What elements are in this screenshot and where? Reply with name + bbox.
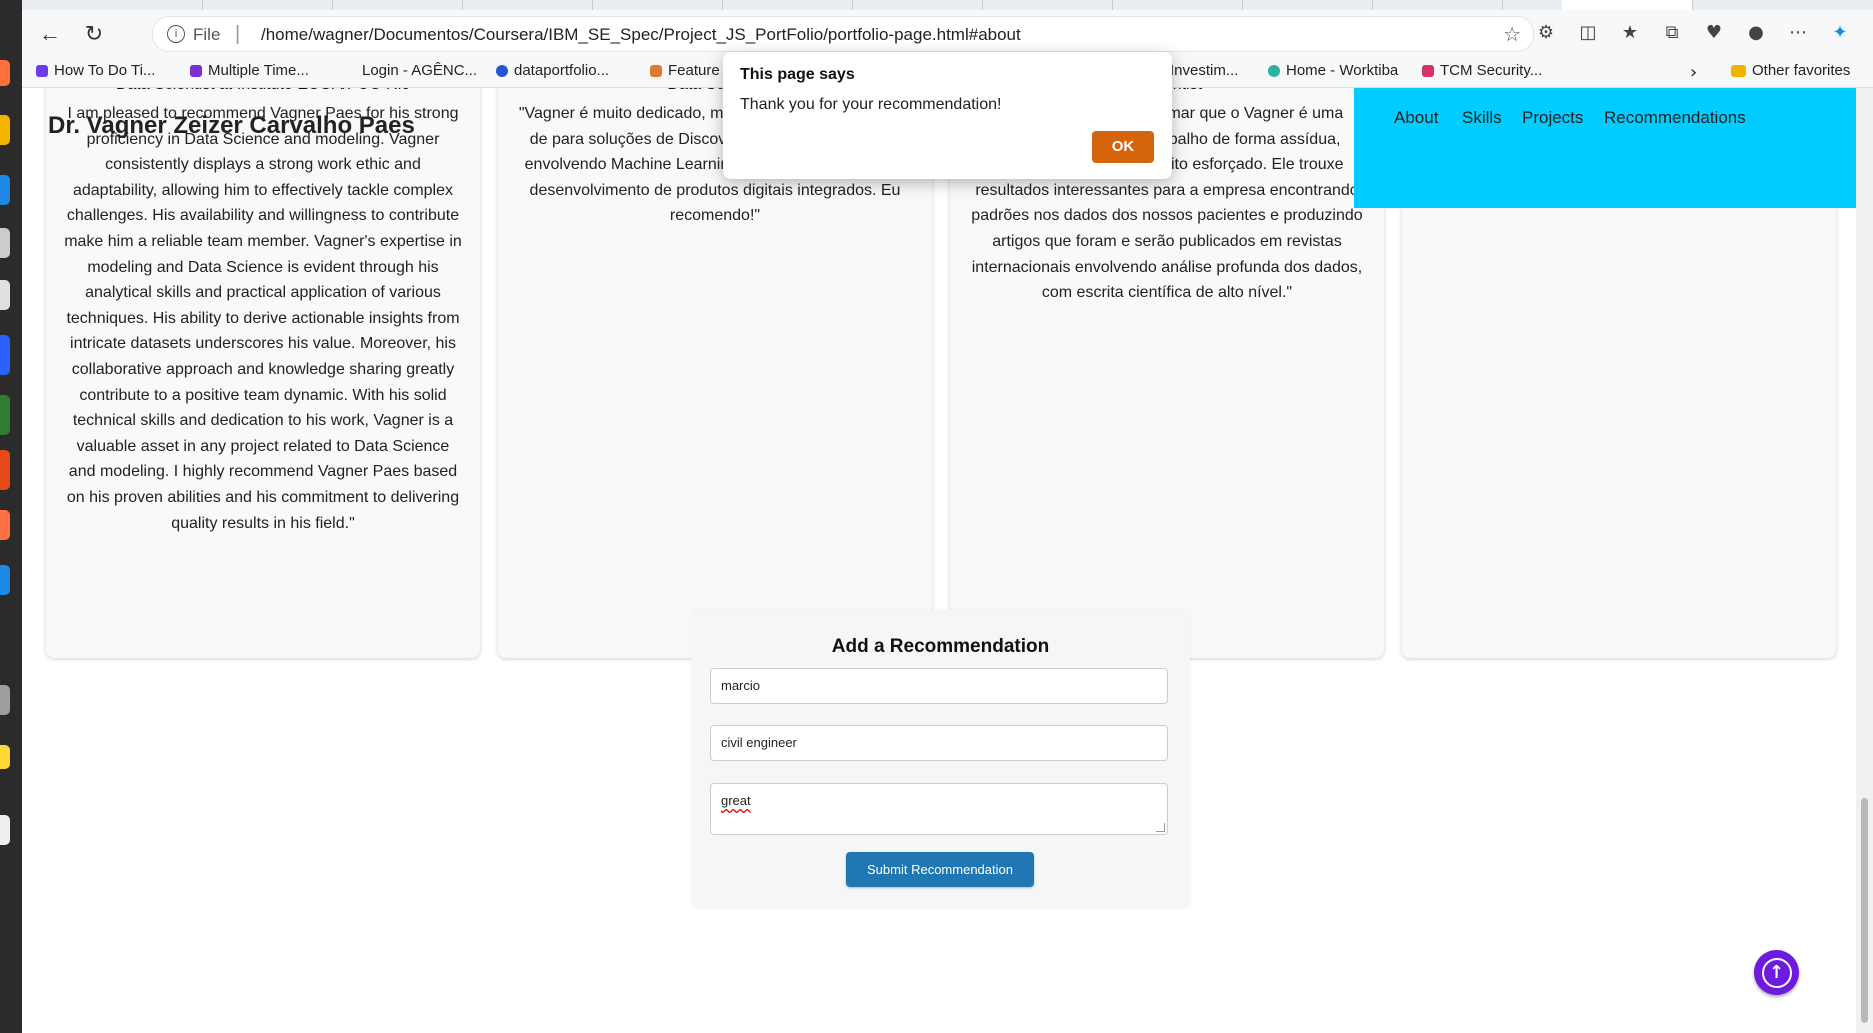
browser-tab[interactable] xyxy=(852,0,983,10)
bookmark-label: Home - Worktiba xyxy=(1286,62,1399,79)
bookmark-item[interactable]: Home - Worktiba xyxy=(1268,62,1398,79)
firefox-icon[interactable] xyxy=(0,60,10,86)
app-icon[interactable] xyxy=(0,115,10,145)
reload-icon[interactable]: ↻ xyxy=(82,22,106,46)
recommendation-quote: I am pleased to recommend Vagner Paes fo… xyxy=(64,105,462,532)
app-icon[interactable] xyxy=(0,280,10,310)
show-apps-icon[interactable] xyxy=(0,815,10,845)
url-text[interactable]: /home/wagner/Documentos/Coursera/IBM_SE_… xyxy=(261,25,1021,45)
app-icon[interactable] xyxy=(0,450,10,490)
bookmark-label: Other favorites xyxy=(1752,62,1851,79)
bookmark-favicon-icon xyxy=(496,64,508,77)
role-input[interactable]: civil engineer xyxy=(710,725,1168,761)
browser-tab[interactable] xyxy=(62,0,203,10)
extensions-icon[interactable]: ⚙ xyxy=(1535,22,1557,44)
bookmark-item[interactable]: dataportfolio... xyxy=(496,62,609,79)
bookmark-label: Login - AGÊNC... xyxy=(362,62,478,79)
url-separator: | xyxy=(235,23,241,45)
bookmark-item[interactable]: Investim... xyxy=(1170,62,1238,79)
resize-grip-icon[interactable] xyxy=(1156,823,1165,832)
bookmark-item[interactable]: Multiple Time... xyxy=(190,62,309,79)
more-menu-icon[interactable]: ⋯ xyxy=(1787,22,1809,44)
bookmark-favicon-icon xyxy=(1268,64,1280,77)
back-arrow-icon[interactable]: ← xyxy=(38,22,62,46)
site-navbar: About Skills Projects Recommendations xyxy=(1354,88,1856,208)
message-textarea[interactable]: great xyxy=(710,783,1168,835)
site-title: Dr. Vagner Zeizer Carvalho Paes xyxy=(48,112,415,139)
app-icon[interactable] xyxy=(0,510,10,540)
bookmark-item[interactable]: Feature xyxy=(650,62,720,79)
bookmarks-overflow-chevron-icon[interactable]: › xyxy=(1690,62,1697,83)
bookmark-item[interactable]: TCM Security... xyxy=(1422,62,1542,79)
page-scrollbar[interactable] xyxy=(1856,88,1873,1033)
url-scheme-label: File xyxy=(193,25,221,44)
bookmark-label: How To Do Ti... xyxy=(54,62,156,79)
tab-strip xyxy=(22,0,1873,10)
collections-icon[interactable]: ⧉ xyxy=(1661,22,1683,44)
browser-tab[interactable] xyxy=(202,0,333,10)
bookmark-favicon-icon xyxy=(1422,64,1434,77)
app-icon[interactable] xyxy=(0,685,10,715)
address-bar[interactable]: i File | /home/wagner/Documentos/Courser… xyxy=(152,16,1534,52)
bookmark-item[interactable]: Login - AGÊNC... xyxy=(362,62,477,79)
browser-tab[interactable] xyxy=(1372,0,1503,10)
nav-link-projects[interactable]: Projects xyxy=(1522,108,1583,128)
ok-button[interactable]: OK xyxy=(1092,131,1154,163)
browser-tab[interactable] xyxy=(1242,0,1373,10)
bookmark-label: Feature xyxy=(668,62,720,79)
browser-essentials-icon[interactable]: ♥ xyxy=(1703,22,1725,44)
favorites-icon[interactable]: ★ xyxy=(1619,22,1641,44)
scrollbar-thumb[interactable] xyxy=(1861,798,1868,1023)
browser-toolbar: ← ↻ i File | /home/wagner/Documentos/Cou… xyxy=(22,10,1873,56)
form-heading: Add a Recommendation xyxy=(831,636,1050,657)
os-dock xyxy=(0,0,22,1033)
page-viewport: Data Scientist at Instituto ECOA/PUC-Rio… xyxy=(22,88,1856,1033)
submit-recommendation-button[interactable]: Submit Recommendation xyxy=(846,852,1034,887)
app-icon[interactable] xyxy=(0,335,10,375)
browser-tab[interactable] xyxy=(1112,0,1243,10)
recommender-role: Data Scientist at Instituto ECOA/PUC-Rio xyxy=(46,88,480,94)
name-input[interactable]: marcio xyxy=(710,668,1168,704)
browser-tab[interactable] xyxy=(722,0,853,10)
app-icon[interactable] xyxy=(0,565,10,595)
split-screen-icon[interactable]: ◫ xyxy=(1577,22,1599,44)
dialog-title: This page says xyxy=(740,66,855,83)
app-icon[interactable] xyxy=(0,395,10,435)
nav-link-recommendations[interactable]: Recommendations xyxy=(1604,108,1746,128)
browser-tab[interactable] xyxy=(592,0,723,10)
bookmark-label: Multiple Time... xyxy=(208,62,309,79)
favorite-star-icon[interactable]: ☆ xyxy=(1503,22,1521,47)
bookmark-favicon-icon xyxy=(36,64,48,77)
nav-link-skills[interactable]: Skills xyxy=(1462,108,1502,128)
back-to-top-button[interactable]: ↑ xyxy=(1754,950,1799,995)
bookmark-favicon-icon xyxy=(190,64,202,77)
alert-dialog: This page says Thank you for your recomm… xyxy=(723,52,1172,179)
message-text: great xyxy=(721,793,751,808)
app-icon[interactable] xyxy=(0,745,10,769)
arrow-up-icon: ↑ xyxy=(1761,957,1792,988)
bookmark-label: dataportfolio... xyxy=(514,62,610,79)
bookmark-folder[interactable]: Other favorites xyxy=(1731,62,1850,79)
app-icon[interactable] xyxy=(0,228,10,258)
nav-link-about[interactable]: About xyxy=(1394,108,1438,128)
bookmark-favicon-icon xyxy=(650,64,662,77)
bookmark-item[interactable]: How To Do Ti... xyxy=(36,62,155,79)
browser-tab[interactable] xyxy=(462,0,593,10)
info-icon[interactable]: i xyxy=(167,25,185,43)
browser-tab[interactable] xyxy=(332,0,463,10)
add-recommendation-form: Add a Recommendation marcio civil engine… xyxy=(691,610,1190,908)
dialog-message: Thank you for your recommendation! xyxy=(740,96,1002,113)
bookmark-label: Investim... xyxy=(1170,62,1239,79)
browser-tab[interactable] xyxy=(982,0,1113,10)
profile-avatar-icon[interactable]: ● xyxy=(1745,22,1767,44)
recommendation-card: Data Scientist at Instituto ECOA/PUC-Rio… xyxy=(46,88,480,658)
copilot-icon[interactable]: ✦ xyxy=(1829,22,1851,44)
folder-icon xyxy=(1731,64,1746,77)
browser-tab-active[interactable] xyxy=(1562,0,1693,10)
app-icon[interactable] xyxy=(0,175,10,205)
bookmark-label: TCM Security... xyxy=(1440,62,1543,79)
